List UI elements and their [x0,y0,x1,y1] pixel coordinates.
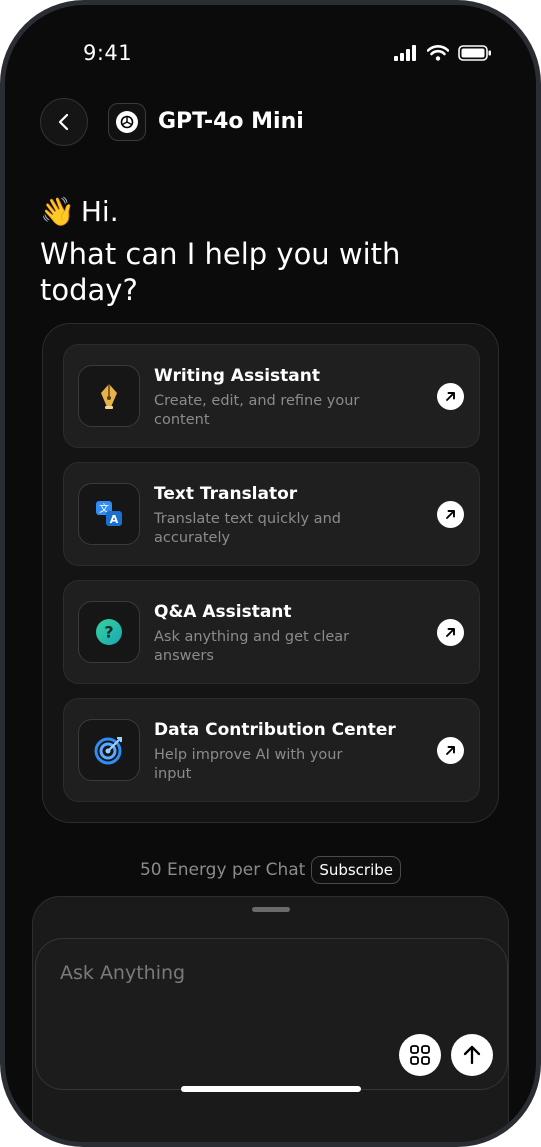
status-time: 9:41 [83,41,133,65]
pen-nib-icon [78,365,140,427]
screen: 9:41 GPT-4o Mini 👋 Hi. What can I help y… [5,5,536,1142]
openai-logo-icon [108,103,146,141]
wave-emoji: 👋 [40,195,75,228]
composer-box [35,938,508,1090]
arrow-up-right-icon[interactable] [437,737,464,764]
arrow-up-right-icon[interactable] [437,619,464,646]
greeting-prompt: What can I help you with today? [40,237,401,307]
card-description: Translate text quickly and accurately [154,511,341,546]
card-text-translator[interactable]: 文 A Text Translator Translate text quick… [63,462,480,566]
question-icon: ? [78,601,140,663]
card-title: Q&A Assistant [154,602,292,622]
greeting-hi: 👋 Hi. [40,195,119,228]
arrow-up-right-icon[interactable] [437,383,464,410]
card-qa-assistant[interactable]: ? Q&A Assistant Ask anything and get cle… [63,580,480,684]
card-description: Create, edit, and refine your content [154,393,360,428]
status-icons [394,45,492,61]
home-indicator [181,1086,361,1092]
chevron-left-icon [58,113,69,131]
assistant-cards-panel: Writing Assistant Create, edit, and refi… [42,323,499,823]
energy-row: 50 Energy per Chat Subscribe [5,856,536,884]
translate-icon: 文 A [78,483,140,545]
target-icon [78,719,140,781]
card-title: Text Translator [154,484,298,504]
ask-input[interactable] [58,961,392,985]
card-title: Data Contribution Center [154,720,396,740]
grid-icon [410,1045,430,1065]
card-writing-assistant[interactable]: Writing Assistant Create, edit, and refi… [63,344,480,448]
back-button[interactable] [40,98,88,146]
wifi-icon [427,45,449,61]
send-button[interactable] [451,1034,493,1076]
signal-icon [394,45,416,61]
svg-text:?: ? [104,623,113,642]
arrow-up-icon [463,1045,481,1065]
composer-sheet [32,896,509,1142]
svg-text:A: A [110,513,119,526]
card-description: Help improve AI with your input [154,747,343,782]
arrow-up-right-icon[interactable] [437,501,464,528]
model-title: GPT-4o Mini [158,109,304,134]
card-data-contribution[interactable]: Data Contribution Center Help improve AI… [63,698,480,802]
drag-handle[interactable] [252,907,290,912]
phone-frame: 9:41 GPT-4o Mini 👋 Hi. What can I help y… [0,0,541,1147]
card-description: Ask anything and get clear answers [154,629,350,664]
card-title: Writing Assistant [154,366,320,386]
apps-button[interactable] [399,1034,441,1076]
greeting-hi-text: Hi. [80,195,119,228]
subscribe-button[interactable]: Subscribe [311,856,402,884]
energy-text: 50 Energy per Chat [139,860,306,880]
battery-icon [458,45,491,61]
